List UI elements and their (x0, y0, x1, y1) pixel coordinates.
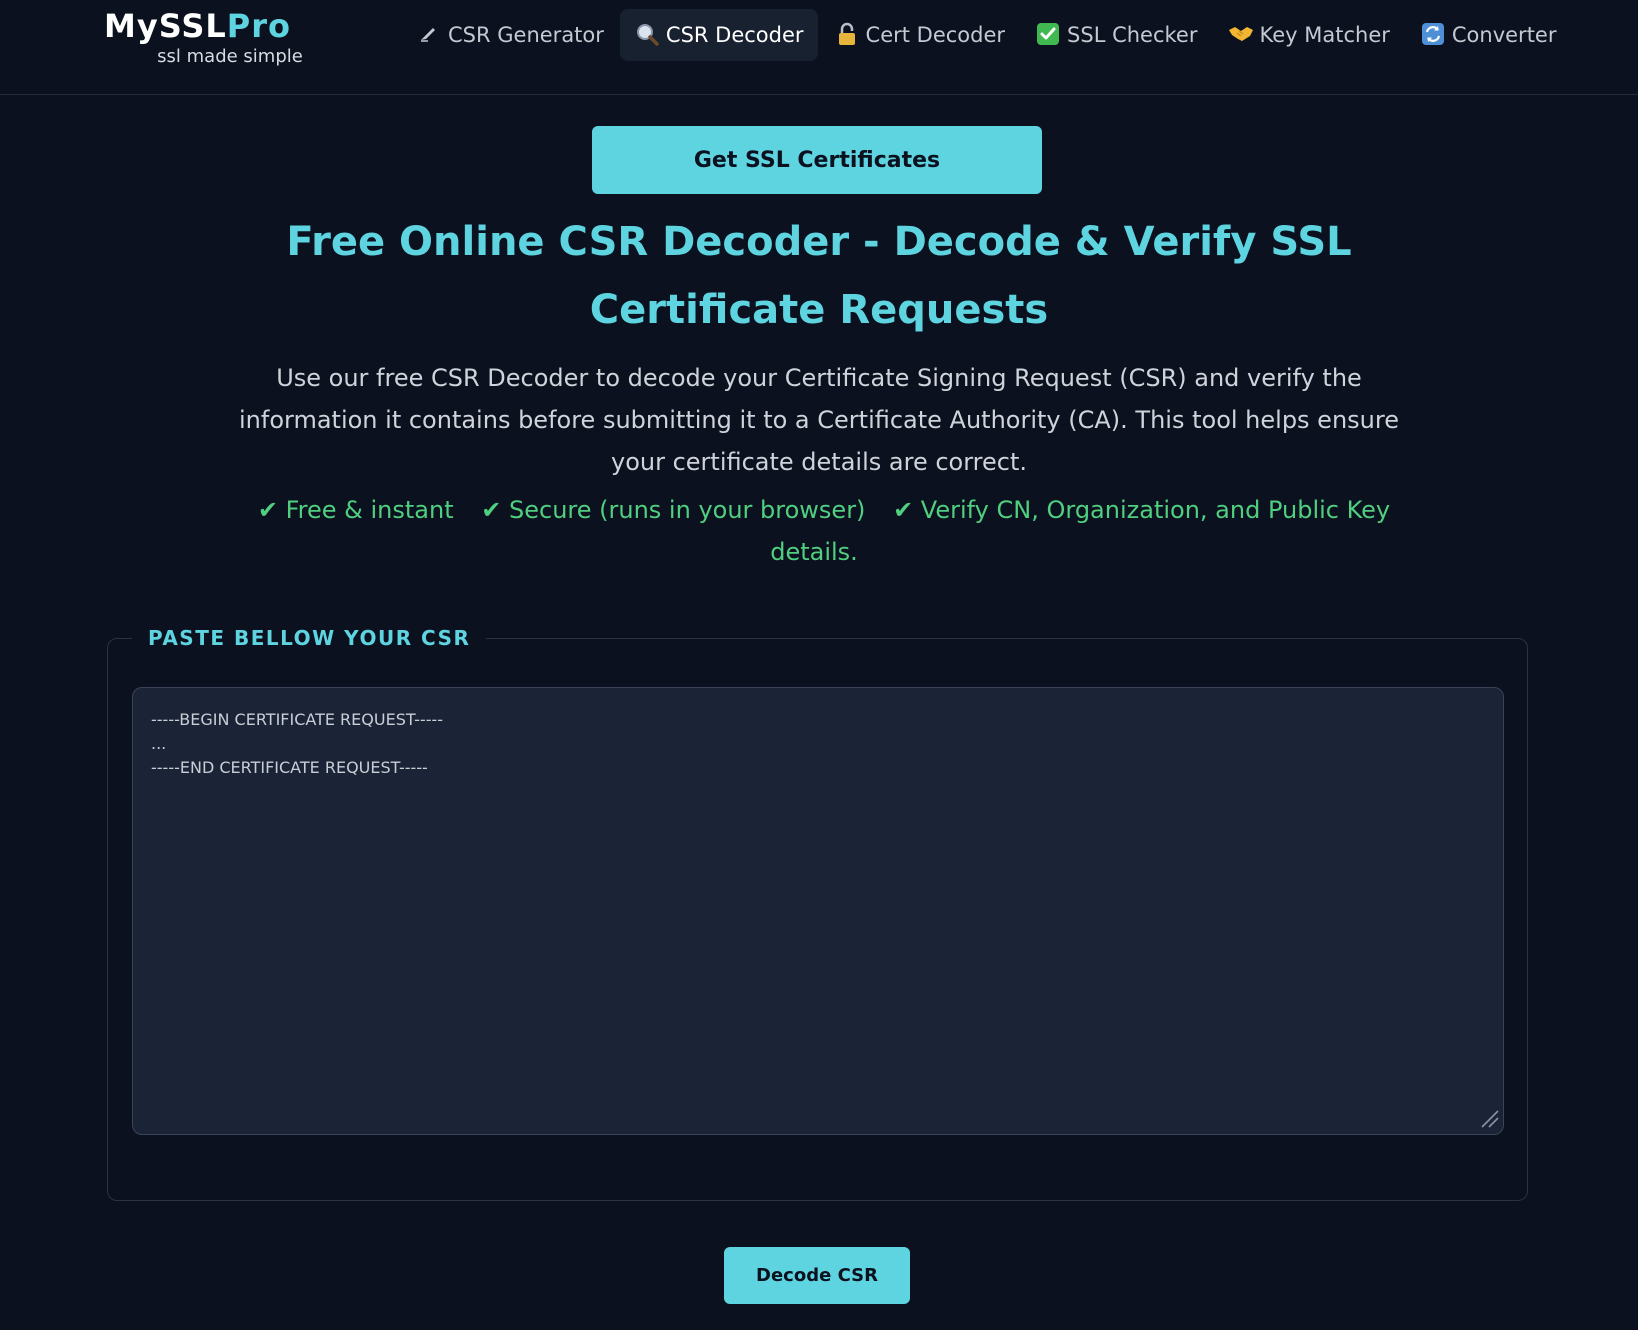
logo[interactable]: MySSLPro ssl made simple (104, 8, 368, 67)
magnifier-icon (634, 22, 660, 48)
nav-item-csr-generator[interactable]: CSR Generator (402, 9, 618, 61)
resize-handle-icon[interactable] (1478, 1107, 1500, 1129)
refresh-icon (1420, 22, 1446, 48)
feature-item: ✔ Secure (runs in your browser) (481, 496, 866, 524)
nav-item-key-matcher[interactable]: Key Matcher (1214, 9, 1404, 61)
pen-icon (416, 22, 442, 48)
site-header: MySSLPro ssl made simple CSR Generator C… (0, 0, 1638, 95)
get-ssl-certificates-button[interactable]: Get SSL Certificates (592, 126, 1042, 194)
nav-label: Converter (1451, 23, 1557, 47)
page-description: Use our free CSR Decoder to decode your … (239, 364, 1399, 476)
logo-tagline: ssl made simple (157, 46, 303, 67)
feature-list: ✔ Free & instant ✔ Secure (runs in your … (200, 489, 1438, 573)
nav-item-csr-decoder[interactable]: CSR Decoder (619, 9, 818, 61)
csr-input-panel: PASTE BELLOW YOUR CSR (107, 623, 1528, 1201)
nav-label: SSL Checker (1067, 23, 1198, 47)
nav-label: Key Matcher (1259, 23, 1390, 47)
nav-label: CSR Generator (448, 23, 604, 47)
csr-panel-legend: PASTE BELLOW YOUR CSR (132, 623, 487, 653)
main-nav: CSR Generator CSR Decoder Cert Decoder S… (402, 9, 1570, 61)
nav-label: CSR Decoder (665, 23, 804, 47)
nav-label: Cert Decoder (865, 23, 1006, 47)
logo-wordmark: MySSLPro (104, 7, 291, 45)
decode-csr-button[interactable]: Decode CSR (724, 1247, 910, 1304)
page-title: Free Online CSR Decoder - Decode & Verif… (286, 219, 1352, 333)
nav-item-cert-decoder[interactable]: Cert Decoder (820, 9, 1020, 61)
nav-item-converter[interactable]: Converter (1406, 9, 1571, 61)
checkmark-box-icon (1035, 22, 1061, 48)
handshake-icon (1228, 22, 1254, 48)
feature-item: ✔ Free & instant (257, 496, 454, 524)
nav-item-ssl-checker[interactable]: SSL Checker (1021, 9, 1211, 61)
padlock-icon (834, 22, 860, 48)
csr-textarea[interactable] (132, 687, 1504, 1135)
